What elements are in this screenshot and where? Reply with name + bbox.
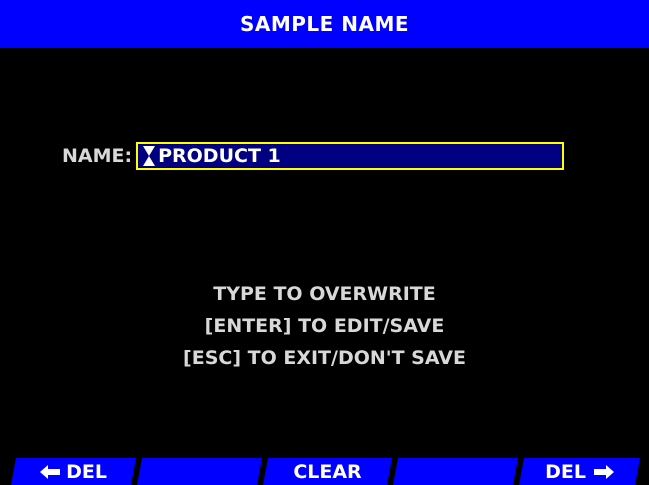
name-row: NAME: PRODUCT 1: [62, 139, 565, 173]
f5-delete-right-button[interactable]: DEL: [521, 458, 638, 485]
name-input[interactable]: PRODUCT 1: [136, 142, 565, 170]
title-bar: SAMPLE NAME: [0, 0, 649, 48]
f2-button[interactable]: [139, 458, 260, 485]
instruction-overwrite: TYPE TO OVERWRITE: [213, 283, 436, 305]
name-value: PRODUCT 1: [158, 145, 281, 167]
f3-clear-button[interactable]: CLEAR: [265, 458, 390, 485]
f5-label: DEL: [545, 460, 586, 483]
right-arrow-icon: [593, 464, 614, 479]
instruction-enter: [ENTER] TO EDIT/SAVE: [204, 315, 445, 337]
f4-button[interactable]: [395, 458, 516, 485]
window-title: SAMPLE NAME: [239, 12, 410, 36]
name-label: NAME:: [62, 145, 133, 167]
function-key-bar: DEL CLEAR DEL: [0, 458, 649, 485]
text-cursor-icon: [142, 145, 156, 167]
f3-label: CLEAR: [293, 460, 362, 483]
f1-delete-left-button[interactable]: DEL: [13, 458, 134, 485]
instructions: TYPE TO OVERWRITE [ENTER] TO EDIT/SAVE […: [0, 278, 649, 374]
f1-label: DEL: [66, 460, 107, 483]
left-arrow-icon: [40, 464, 61, 479]
instruction-esc: [ESC] TO EXIT/DON'T SAVE: [183, 347, 466, 369]
